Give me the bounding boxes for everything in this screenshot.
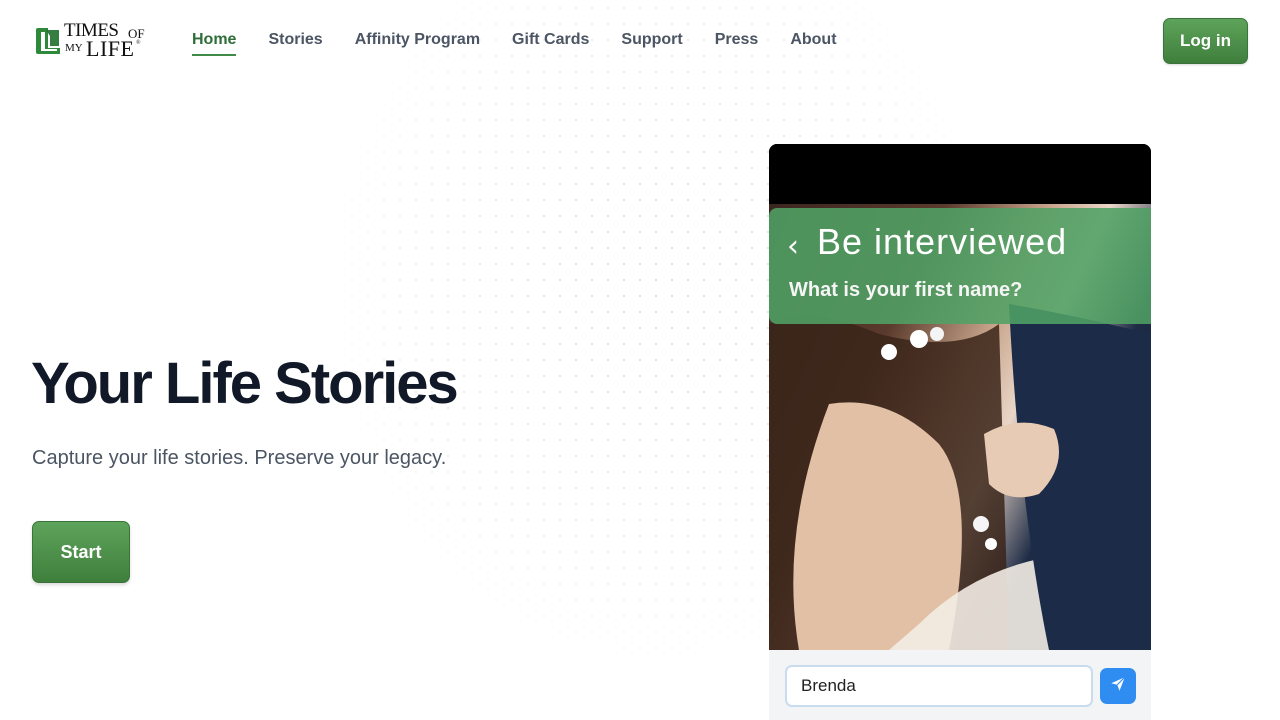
start-button[interactable]: Start [32, 521, 130, 583]
send-button[interactable] [1100, 668, 1136, 704]
site-header: TIMES OF MY LIFE ® Home Stories Affinity… [0, 0, 1280, 80]
login-button[interactable]: Log in [1163, 18, 1248, 64]
banner-title: Be interviewed [817, 221, 1068, 262]
answer-bar [769, 650, 1151, 720]
nav-gift-cards[interactable]: Gift Cards [512, 29, 589, 56]
send-icon [1109, 675, 1127, 698]
phone-status-area [769, 144, 1151, 204]
main-nav: Home Stories Affinity Program Gift Cards… [192, 29, 837, 56]
logo-wordmark: TIMES OF MY LIFE ® [64, 20, 152, 62]
interview-question: What is your first name? [789, 279, 1023, 301]
nav-about[interactable]: About [790, 29, 836, 56]
logo[interactable]: TIMES OF MY LIFE ® [32, 20, 152, 62]
first-name-input[interactable] [785, 665, 1093, 707]
phone-mockup: ‹ Be interviewed What is your first name… [769, 144, 1151, 720]
nav-stories[interactable]: Stories [268, 29, 322, 56]
hero-subtitle: Capture your life stories. Preserve your… [32, 447, 447, 469]
logo-registered-mark: ® [136, 40, 141, 46]
nav-affinity-program[interactable]: Affinity Program [355, 29, 480, 56]
logo-text-life: LIFE [86, 36, 135, 61]
interview-banner: ‹ Be interviewed What is your first name… [769, 208, 1151, 324]
logo-mark-icon [32, 26, 62, 56]
nav-home[interactable]: Home [192, 29, 237, 56]
logo-text-my: MY [65, 42, 83, 54]
chevron-left-icon[interactable]: ‹ [787, 230, 799, 264]
nav-press[interactable]: Press [715, 29, 759, 56]
hero-title: Your Life Stories [31, 351, 459, 416]
nav-support[interactable]: Support [621, 29, 682, 56]
